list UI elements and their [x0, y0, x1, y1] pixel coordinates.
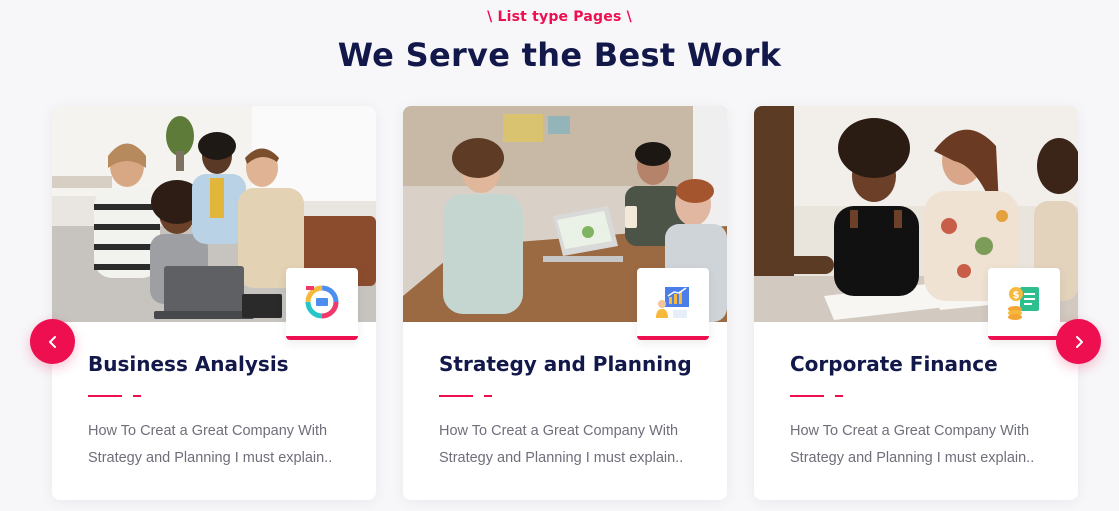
services-section: \ List type Pages \ We Serve the Best Wo…	[0, 0, 1119, 511]
svg-text:$: $	[1013, 290, 1020, 301]
card-title[interactable]: Business Analysis	[88, 352, 289, 376]
card-description: How To Creat a Great Company With Strate…	[790, 423, 1035, 466]
card-title[interactable]: Strategy and Planning	[439, 352, 692, 376]
section-title: We Serve the Best Work	[337, 36, 782, 74]
service-card-strategy-planning[interactable]: Strategy and Planning How To Creat a Gre…	[403, 106, 727, 500]
chevron-left-icon	[48, 335, 56, 348]
carousel-next-button[interactable]	[1056, 319, 1101, 364]
growth-chart-presenter-icon	[637, 268, 709, 340]
card-description: How To Creat a Great Company With Strate…	[88, 423, 333, 466]
card-title[interactable]: Corporate Finance	[790, 352, 998, 376]
finance-coins-document-icon: $	[988, 268, 1060, 340]
card-description: How To Creat a Great Company With Strate…	[439, 423, 684, 466]
chevron-right-icon	[1075, 335, 1083, 348]
analysis-cycle-icon	[286, 268, 358, 340]
carousel-prev-button[interactable]	[30, 319, 75, 364]
section-eyebrow: \ List type Pages \	[487, 9, 632, 25]
service-card-corporate-finance[interactable]: $ Corporate Finance How To Creat a Great…	[754, 106, 1078, 500]
service-card-business-analysis[interactable]: Business Analysis How To Creat a Great C…	[52, 106, 376, 500]
